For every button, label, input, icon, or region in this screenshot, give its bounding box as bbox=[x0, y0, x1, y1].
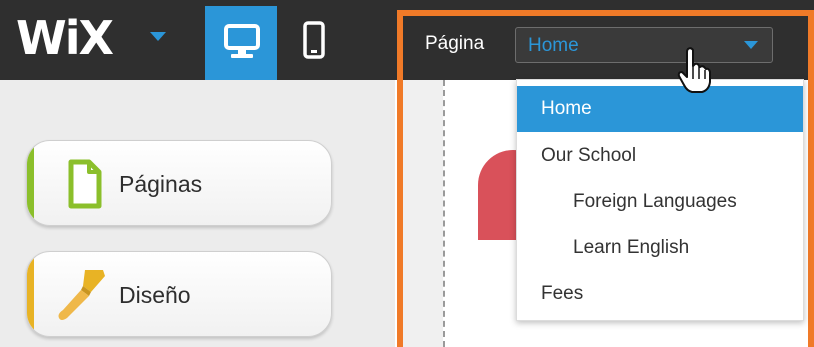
accent-bar bbox=[27, 141, 34, 225]
sidebar-item-paginas[interactable]: Páginas bbox=[26, 140, 332, 226]
logo-chevron-down-icon[interactable] bbox=[150, 32, 166, 41]
page-label: Página bbox=[425, 33, 485, 54]
wix-logo[interactable]: WiX bbox=[16, 8, 114, 68]
accent-bar bbox=[27, 252, 34, 336]
menu-item-label: Fees bbox=[541, 283, 584, 304]
menu-item-label: Home bbox=[541, 98, 592, 119]
hand-cursor-icon bbox=[677, 47, 711, 93]
menu-item-fees[interactable]: Fees bbox=[517, 271, 803, 317]
paintbrush-icon bbox=[58, 270, 105, 320]
page-document-icon bbox=[68, 159, 102, 209]
mobile-phone-icon bbox=[303, 21, 325, 59]
desktop-view-button[interactable] bbox=[205, 6, 277, 80]
sidebar-item-label: Páginas bbox=[119, 171, 203, 197]
menu-item-our-school[interactable]: Our School bbox=[517, 133, 803, 179]
chevron-down-icon bbox=[744, 41, 758, 49]
menu-item-foreign-languages[interactable]: Foreign Languages bbox=[517, 179, 803, 225]
menu-item-label: Foreign Languages bbox=[573, 191, 737, 212]
menu-item-label: Learn English bbox=[573, 237, 690, 258]
page-menu: Home Our School Foreign Languages Learn … bbox=[516, 79, 804, 321]
desktop-monitor-icon bbox=[224, 24, 260, 58]
sidebar-item-diseno[interactable]: Diseño bbox=[26, 251, 332, 337]
left-sidebar: Páginas Diseño bbox=[0, 80, 395, 347]
menu-item-learn-english[interactable]: Learn English bbox=[517, 225, 803, 271]
menu-item-label: Our School bbox=[541, 145, 637, 166]
page-select-dropdown[interactable]: Home bbox=[515, 27, 773, 63]
sidebar-item-label: Diseño bbox=[119, 282, 191, 308]
menu-item-home[interactable]: Home bbox=[517, 86, 803, 132]
page-select-value: Home bbox=[528, 35, 579, 56]
mobile-view-button[interactable] bbox=[289, 6, 341, 80]
